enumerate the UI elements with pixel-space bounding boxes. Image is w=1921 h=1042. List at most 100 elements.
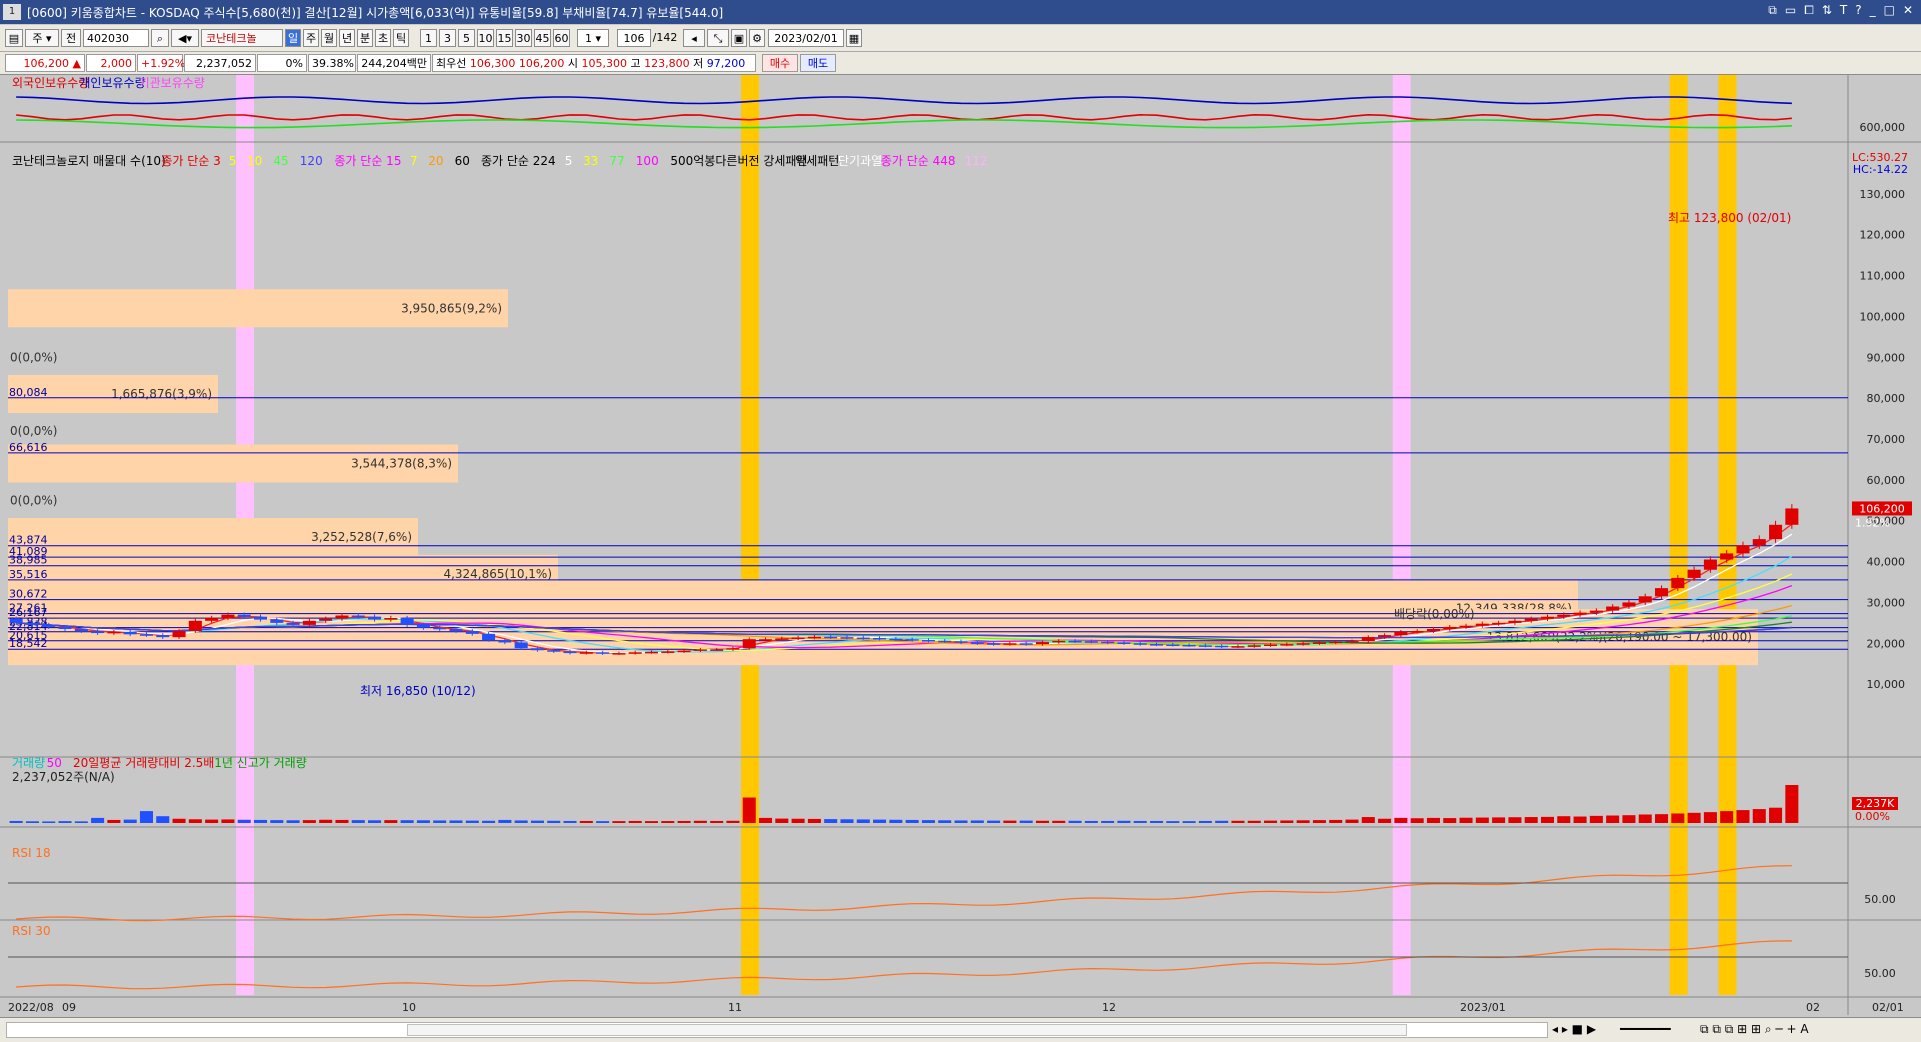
candle-body [107, 631, 121, 634]
volume-bar [1394, 817, 1408, 823]
date-axis-label: 02 [1806, 1001, 1820, 1014]
minute-button-5[interactable]: 5 [458, 29, 475, 47]
minute-button-10[interactable]: 10 [477, 29, 494, 47]
holdings-legend-item: 개인보유수량 [79, 76, 145, 90]
candle-body [1264, 644, 1278, 647]
volume-bar [1019, 820, 1033, 823]
page-input[interactable]: 106 [617, 29, 651, 47]
chart-tool-icon[interactable]: ⤡ [707, 29, 729, 47]
volume-bar [856, 819, 870, 823]
price-axis-label: 80,000 [1867, 392, 1906, 405]
period-button-0[interactable]: 일 [285, 29, 301, 47]
price-axis-label: 70,000 [1867, 433, 1906, 446]
rsi30-legend: RSI 30 [12, 924, 51, 938]
candle-body [1198, 645, 1212, 647]
gear-icon[interactable]: ⚙ [749, 29, 765, 47]
minute-button-3[interactable]: 3 [439, 29, 456, 47]
layout-icons[interactable]: ⧉ ⧉ ⧉ ⊞ ⊞ ⌕ ─ + A [1700, 1022, 1809, 1037]
scroll-thumb[interactable] [407, 1024, 1407, 1036]
date-axis-label: 2023/01 [1460, 1001, 1506, 1014]
high-annotation: 최고 123,800 (02/01) [1668, 211, 1791, 225]
zoom-slider[interactable]: ━━━━━━━ [1620, 1022, 1671, 1036]
candle-body [286, 622, 300, 625]
period-button-3[interactable]: 년 [339, 29, 355, 47]
volume-bar [42, 821, 56, 823]
candle-body [465, 631, 479, 634]
price-axis-label: 60,000 [1867, 474, 1906, 487]
prefix-button[interactable]: 전 [61, 29, 81, 47]
volume-bar [1769, 807, 1783, 823]
window-number: 1 [3, 4, 21, 20]
save-icon[interactable]: ▣ [731, 29, 747, 47]
scrollbar[interactable] [6, 1022, 1548, 1038]
count-select[interactable]: 1 ▾ [577, 29, 609, 47]
candle-body [1378, 635, 1392, 638]
calendar-icon[interactable]: ▦ [846, 29, 862, 47]
period-button-2[interactable]: 월 [321, 29, 337, 47]
period-button-5[interactable]: 초 [375, 29, 391, 47]
help-icon[interactable]: ? [1855, 3, 1861, 18]
volume-bar [1459, 817, 1473, 823]
volume-bar [1671, 813, 1685, 823]
speaker-icon[interactable]: ◀▾ [171, 29, 199, 47]
toolbar: ▤ 주 ▾ 전 402030 ⌕ ◀▾ 코난테크놀 일주월년분초틱 1 3 5 10 1… [0, 25, 1921, 52]
quote-box: 최우선 106,300 106,200 시 105,300 고 123,800 … [432, 54, 756, 72]
candle-body [970, 642, 984, 644]
minute-button-1[interactable]: 1 [420, 29, 437, 47]
stock-name[interactable]: 코난테크놀 [201, 29, 283, 47]
candle-body [889, 638, 903, 641]
candle-body [759, 639, 773, 641]
volume-bar [1345, 819, 1359, 823]
minute-button-15[interactable]: 15 [496, 29, 513, 47]
candle-body [25, 622, 39, 625]
link-icon[interactable]: ⧉ [1768, 3, 1777, 18]
volume-bar [661, 821, 675, 823]
code-input[interactable]: 402030 [83, 29, 149, 47]
sort-icon[interactable]: ⇅ [1822, 3, 1832, 18]
candle-body [1182, 644, 1196, 647]
candle-body [42, 624, 56, 627]
candle-body [1215, 645, 1229, 648]
price-axis-label: 120,000 [1860, 229, 1906, 242]
minute-button-45[interactable]: 45 [534, 29, 551, 47]
candle-body [1052, 640, 1066, 643]
type-select[interactable]: 주 ▾ [25, 29, 59, 47]
prev-icon[interactable]: ◂ [683, 29, 705, 47]
candle-body [1459, 625, 1473, 628]
candle-body [1687, 569, 1701, 578]
period-button-6[interactable]: 틱 [393, 29, 409, 47]
volume-bar [1084, 820, 1098, 823]
maximize-button[interactable]: □ [1884, 3, 1895, 18]
period-button-4[interactable]: 분 [357, 29, 373, 47]
volume-bar [205, 819, 219, 823]
date-input[interactable]: 2023/02/01 [768, 29, 844, 47]
date-axis-label: 09 [62, 1001, 76, 1014]
restore-icon[interactable]: ⧠ [1804, 3, 1814, 18]
close-button[interactable]: ✕ [1903, 3, 1913, 18]
text-icon[interactable]: T [1840, 3, 1847, 18]
volume-bar [172, 818, 186, 823]
sell-button[interactable]: 매도 [800, 54, 836, 72]
minimize-icon[interactable]: ▭ [1785, 3, 1796, 18]
candle-body [791, 637, 805, 640]
candle-body [1035, 642, 1049, 645]
volume-bar [1606, 815, 1620, 823]
minute-button-60[interactable]: 60 [553, 29, 570, 47]
candle-body [449, 628, 463, 632]
candle-body [270, 619, 284, 623]
buy-button[interactable]: 매수 [762, 54, 798, 72]
candle-body [1149, 644, 1164, 646]
period-button-1[interactable]: 주 [303, 29, 319, 47]
candle-body [1703, 559, 1717, 570]
volume-bar [710, 820, 724, 823]
play-controls[interactable]: ◂ ▸ ■ ▶ [1552, 1022, 1596, 1036]
price-legend-item: 종가 단순 448 [881, 154, 956, 168]
chart-icon[interactable]: ▤ [5, 29, 23, 47]
candle-body [840, 637, 854, 639]
price-level-label: 80,084 [9, 386, 48, 399]
minimize-button[interactable]: _ [1870, 3, 1876, 18]
search-icon[interactable]: ⌕ [151, 29, 169, 47]
rsi18-axis-label: 50.00 [1864, 893, 1896, 906]
price-legend-item: 77 [609, 154, 624, 168]
minute-button-30[interactable]: 30 [515, 29, 532, 47]
